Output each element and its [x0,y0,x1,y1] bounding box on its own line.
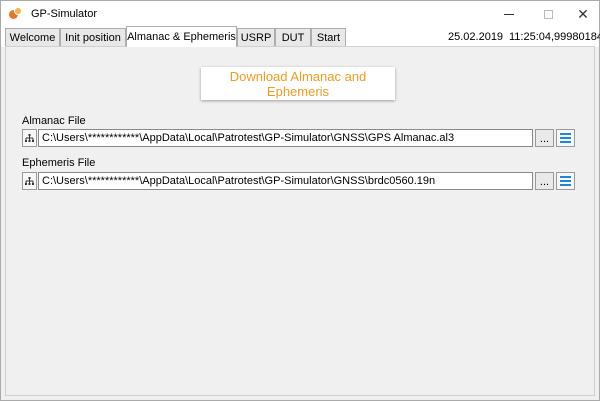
almanac-ephemeris-panel: Download Almanac and Ephemeris Almanac F… [5,46,595,396]
tab-strip: Welcome Init position Almanac & Ephemeri… [1,26,600,47]
maximize-icon [543,9,553,19]
tree-icon [25,177,34,185]
tab-init-position[interactable]: Init position [60,28,126,47]
download-almanac-ephemeris-button[interactable]: Download Almanac and Ephemeris [201,67,395,100]
maximize-button[interactable] [532,1,564,27]
title-bar[interactable]: GP-Simulator ✕ [1,1,599,27]
almanac-list-button[interactable] [556,129,575,147]
ephemeris-browse-button[interactable]: ... [535,172,554,190]
almanac-browse-button[interactable]: ... [535,129,554,147]
almanac-tree-button[interactable] [22,129,37,147]
list-icon [560,133,571,143]
tab-dut[interactable]: DUT [275,28,311,47]
app-logo-icon [9,7,23,21]
status-time: 11:25:04,999801845 [509,31,600,43]
close-button[interactable]: ✕ [567,1,599,27]
ephemeris-file-row: C:\Users\************\AppData\Local\Patr… [22,172,578,190]
tab-almanac-ephemeris[interactable]: Almanac & Ephemeris [126,26,237,47]
almanac-file-row: C:\Users\************\AppData\Local\Patr… [22,129,578,147]
window-title: GP-Simulator [31,8,98,20]
app-window: GP-Simulator ✕ Welcome Init position Alm… [0,0,600,401]
almanac-file-label: Almanac File [22,115,86,127]
ephemeris-tree-button[interactable] [22,172,37,190]
list-icon [560,176,571,186]
tab-usrp[interactable]: USRP [237,28,275,47]
tab-welcome[interactable]: Welcome [5,28,60,47]
ephemeris-file-path-input[interactable]: C:\Users\************\AppData\Local\Patr… [38,172,533,190]
tree-icon [25,134,34,142]
tab-start[interactable]: Start [311,28,346,47]
ephemeris-list-button[interactable] [556,172,575,190]
ephemeris-file-label: Ephemeris File [22,157,96,169]
minimize-button[interactable] [493,1,525,27]
almanac-file-path-input[interactable]: C:\Users\************\AppData\Local\Patr… [38,129,533,147]
status-date: 25.02.2019 [448,31,504,43]
close-icon: ✕ [577,6,589,22]
minimize-icon [504,13,514,15]
